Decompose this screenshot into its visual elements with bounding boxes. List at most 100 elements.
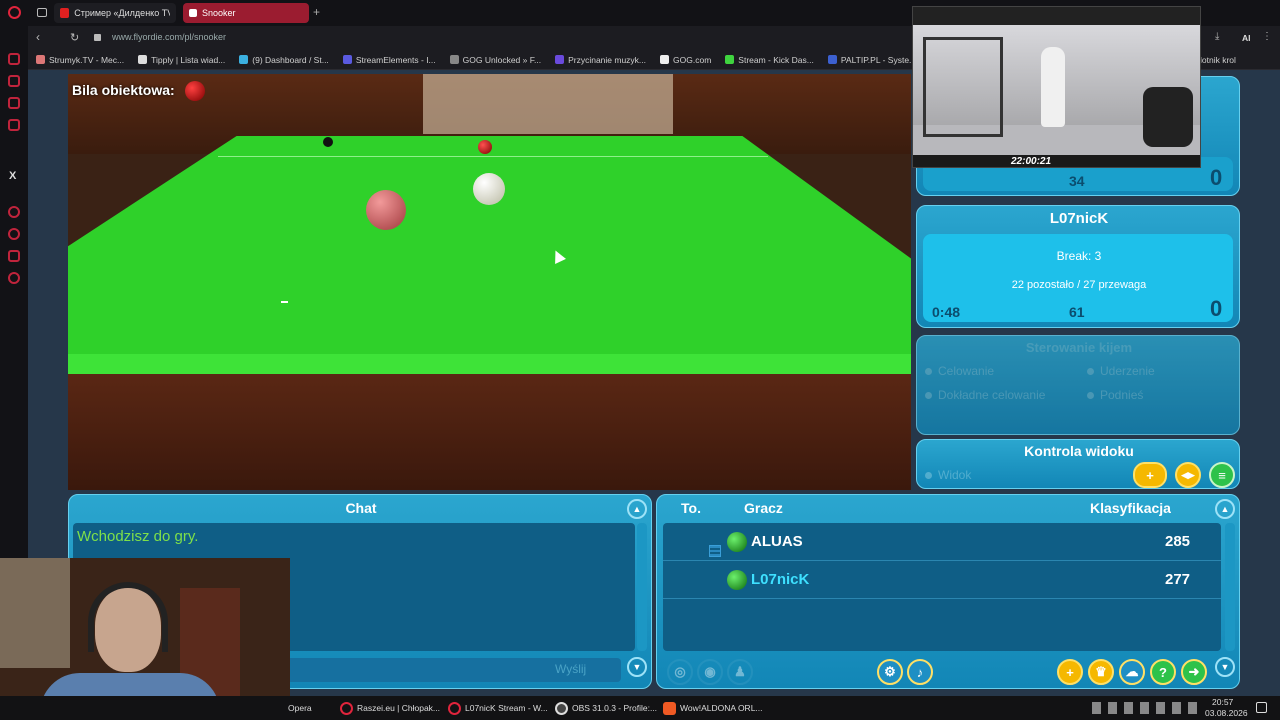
help-button[interactable]: ? xyxy=(1150,659,1176,685)
bookmark-item[interactable]: GOG Unlocked » F... xyxy=(449,55,541,65)
settings-button[interactable]: ⚙ xyxy=(877,659,903,685)
taskbar-obs[interactable]: OBS 31.0.3 - Profile:... xyxy=(555,696,657,720)
exit-button[interactable]: ➜ xyxy=(1181,659,1207,685)
webcam-headphones xyxy=(88,582,168,652)
column-header-rank-no: To. xyxy=(681,500,701,516)
player-frame-score: 0 xyxy=(1210,296,1223,321)
sidebar-app-icon[interactable] xyxy=(8,250,20,262)
sidebar-app-icon[interactable] xyxy=(8,75,20,87)
view-control-panel: Kontrola widoku Widok + ◂▸ ≡ xyxy=(916,439,1240,489)
youtube-icon xyxy=(60,8,70,18)
cue-control-title: Sterowanie kijem xyxy=(1025,340,1133,355)
bookmark-item[interactable]: GOG.com xyxy=(660,55,711,65)
reload-icon[interactable]: ↻ xyxy=(70,31,79,44)
settings-icon[interactable] xyxy=(8,272,20,284)
chat-send-button[interactable]: Wyślij xyxy=(555,662,586,676)
sidebar-app-icon[interactable] xyxy=(8,53,20,65)
tray-icons[interactable] xyxy=(1092,702,1202,714)
remaining-text: 22 pozostało / 27 przewaga xyxy=(1011,279,1147,291)
chat-collapse-button[interactable]: ▲ xyxy=(627,499,647,519)
bookmark-item[interactable]: PALTIP.PL - Syste... xyxy=(827,55,916,65)
bookmark-icon xyxy=(660,55,670,64)
sidebar-app-icon[interactable] xyxy=(8,119,20,131)
bookmark-item[interactable]: (9) Dashboard / St... xyxy=(239,55,329,65)
player-points: 61 xyxy=(1069,304,1085,320)
player-row-rating: 277 xyxy=(1165,571,1191,588)
opera-logo-icon[interactable] xyxy=(8,6,21,19)
cue-option-fine-aim[interactable]: Dokładne celowanie xyxy=(925,388,1045,402)
new-tab-button[interactable]: + xyxy=(313,5,320,19)
overlay-bunk-bed xyxy=(923,37,1003,137)
rotate-view-button[interactable]: ◂▸ xyxy=(1175,462,1201,488)
menu-icon[interactable]: ⋮ xyxy=(1262,31,1272,42)
table-rail xyxy=(68,374,911,490)
overlay-person xyxy=(1041,47,1065,127)
taskbar-opera[interactable]: Opera xyxy=(288,696,312,720)
baulk-line xyxy=(218,156,768,157)
sidebar-app-icon[interactable] xyxy=(8,206,20,218)
tab-streamer[interactable]: Стример «Дилденко TV» xyxy=(54,3,176,23)
bookmark-item[interactable]: lotnik krol xyxy=(1200,55,1236,65)
brave-icon xyxy=(663,701,676,715)
invite-button[interactable]: ◎ xyxy=(667,659,693,685)
cue-option-raise[interactable]: Podnieś xyxy=(1087,388,1143,402)
profile-button[interactable]: ◉ xyxy=(697,659,723,685)
snooker-table-view[interactable]: Bila obiektowa: xyxy=(68,74,911,490)
cue-option-aim[interactable]: Celowanie xyxy=(925,364,994,378)
players-expand-button[interactable]: ▼ xyxy=(1215,657,1235,677)
object-ball-indicator xyxy=(185,81,205,101)
taskbar-stream[interactable]: L07nicK Stream - W... xyxy=(448,696,548,720)
private-button[interactable]: ♟ xyxy=(727,659,753,685)
chat-scrollbar[interactable] xyxy=(637,523,647,651)
url-field[interactable]: www.flyordie.com/pl/snooker xyxy=(112,32,226,42)
history-icon[interactable] xyxy=(8,228,20,240)
cue-control-panel: Sterowanie kijem Celowanie Uderzenie Dok… xyxy=(916,335,1240,435)
radio-icon xyxy=(1087,367,1094,375)
grid-icon xyxy=(709,545,721,557)
back-icon[interactable]: ‹ xyxy=(36,30,40,44)
object-ball-label: Bila obiektowa: xyxy=(72,82,175,98)
bookmark-item[interactable]: Stream - Kick Das... xyxy=(725,55,814,65)
top-view-button[interactable]: ≡ xyxy=(1209,462,1235,488)
zoom-view-button[interactable]: + xyxy=(1133,462,1167,488)
view-option[interactable]: Widok xyxy=(925,468,971,482)
radio-icon xyxy=(1087,391,1094,399)
chat-expand-button[interactable]: ▼ xyxy=(627,657,647,677)
tab-snooker[interactable]: Snooker xyxy=(183,3,309,23)
players-collapse-button[interactable]: ▲ xyxy=(1215,499,1235,519)
table-row[interactable]: ALUAS 285 xyxy=(663,525,1221,561)
sidebar-app-icon[interactable] xyxy=(8,97,20,109)
red-ball xyxy=(478,140,492,154)
opponent-points: 34 xyxy=(1069,173,1085,189)
taskbar-raszei[interactable]: Raszei.eu | Chłopak... xyxy=(340,696,440,720)
trophy-button[interactable]: ♛ xyxy=(1088,659,1114,685)
cue-option-shoot[interactable]: Uderzenie xyxy=(1087,364,1155,378)
x-icon[interactable]: X xyxy=(9,170,16,182)
sound-button[interactable]: ♪ xyxy=(907,659,933,685)
download-icon[interactable]: ⤓ xyxy=(1215,31,1219,42)
online-status-icon xyxy=(727,532,747,552)
notifications-icon[interactable] xyxy=(1256,702,1267,713)
bookmark-item[interactable]: Strumyk.TV - Mec... xyxy=(36,55,124,65)
player-row-name: L07nicK xyxy=(751,571,810,588)
bookmark-item[interactable]: StreamElements - I... xyxy=(342,55,436,65)
players-panel: To. Gracz Klasyfikacja ▲ ALUAS 285 L07ni… xyxy=(656,494,1240,689)
bookmark-icon xyxy=(827,55,837,64)
table-row[interactable]: L07nicK 277 xyxy=(663,563,1221,599)
player-row-name: ALUAS xyxy=(751,533,803,550)
bookmark-item[interactable]: Przycinanie muzyk... xyxy=(555,55,646,65)
bookmark-icon xyxy=(138,55,148,64)
shot-timer: 0:48 xyxy=(932,304,961,320)
chat-bubble-button[interactable]: ☁ xyxy=(1119,659,1145,685)
new-table-button[interactable]: + xyxy=(1057,659,1083,685)
webcam-poster xyxy=(0,558,70,668)
taskbar-aldona[interactable]: Wow!ALDONA ORL... xyxy=(663,696,763,720)
aim-marker xyxy=(281,301,288,303)
overlay-bottom-bar xyxy=(913,155,1200,167)
ai-button[interactable]: AI xyxy=(1242,33,1251,43)
column-header-player: Gracz xyxy=(744,500,783,516)
players-scrollbar[interactable] xyxy=(1225,523,1235,651)
bookmark-icon xyxy=(449,55,459,64)
tab-overview-icon[interactable] xyxy=(37,8,47,17)
bookmark-item[interactable]: Tipply | Lista wiad... xyxy=(138,55,225,65)
